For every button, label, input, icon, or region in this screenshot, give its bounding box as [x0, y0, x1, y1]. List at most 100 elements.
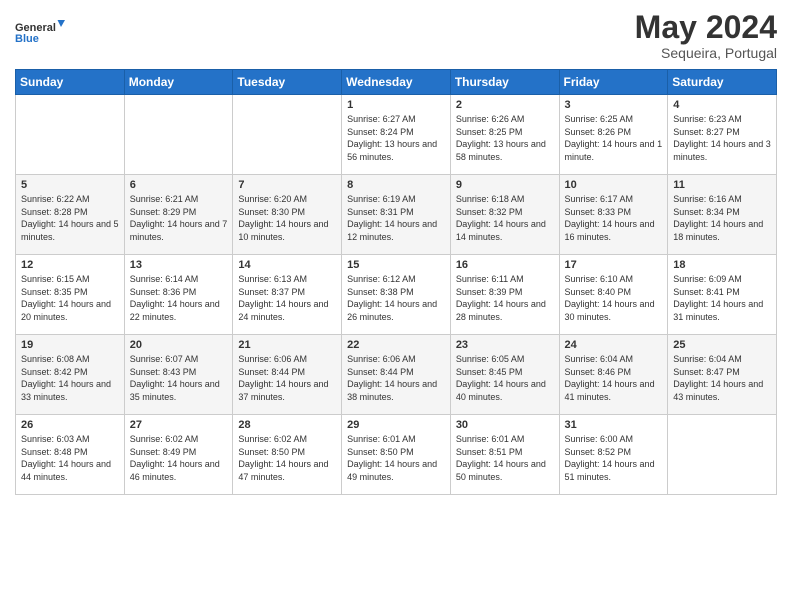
cell-0-2: [233, 95, 342, 175]
day-number: 6: [130, 179, 228, 191]
calendar-table: SundayMondayTuesdayWednesdayThursdayFrid…: [15, 69, 777, 495]
day-number: 2: [456, 99, 554, 111]
header-sunday: Sunday: [16, 70, 125, 95]
cell-4-6: [668, 415, 777, 495]
day-info: Sunrise: 6:09 AMSunset: 8:41 PMDaylight:…: [673, 273, 771, 323]
day-number: 30: [456, 419, 554, 431]
day-number: 1: [347, 99, 445, 111]
day-info: Sunrise: 6:03 AMSunset: 8:48 PMDaylight:…: [21, 433, 119, 483]
header-thursday: Thursday: [450, 70, 559, 95]
cell-2-1: 13 Sunrise: 6:14 AMSunset: 8:36 PMDaylig…: [124, 255, 233, 335]
cell-0-6: 4 Sunrise: 6:23 AMSunset: 8:27 PMDayligh…: [668, 95, 777, 175]
day-info: Sunrise: 6:25 AMSunset: 8:26 PMDaylight:…: [565, 113, 663, 163]
week-row-2: 5 Sunrise: 6:22 AMSunset: 8:28 PMDayligh…: [16, 175, 777, 255]
day-info: Sunrise: 6:27 AMSunset: 8:24 PMDaylight:…: [347, 113, 445, 163]
day-info: Sunrise: 6:02 AMSunset: 8:50 PMDaylight:…: [238, 433, 336, 483]
cell-1-6: 11 Sunrise: 6:16 AMSunset: 8:34 PMDaylig…: [668, 175, 777, 255]
day-info: Sunrise: 6:02 AMSunset: 8:49 PMDaylight:…: [130, 433, 228, 483]
day-info: Sunrise: 6:04 AMSunset: 8:46 PMDaylight:…: [565, 353, 663, 403]
cell-4-2: 28 Sunrise: 6:02 AMSunset: 8:50 PMDaylig…: [233, 415, 342, 495]
day-number: 24: [565, 339, 663, 351]
day-number: 10: [565, 179, 663, 191]
cell-1-1: 6 Sunrise: 6:21 AMSunset: 8:29 PMDayligh…: [124, 175, 233, 255]
day-info: Sunrise: 6:19 AMSunset: 8:31 PMDaylight:…: [347, 193, 445, 243]
day-info: Sunrise: 6:01 AMSunset: 8:51 PMDaylight:…: [456, 433, 554, 483]
day-number: 14: [238, 259, 336, 271]
month-year: May 2024: [635, 10, 777, 45]
day-info: Sunrise: 6:21 AMSunset: 8:29 PMDaylight:…: [130, 193, 228, 243]
logo: General Blue: [15, 10, 65, 55]
day-info: Sunrise: 6:13 AMSunset: 8:37 PMDaylight:…: [238, 273, 336, 323]
day-number: 21: [238, 339, 336, 351]
day-number: 12: [21, 259, 119, 271]
cell-0-5: 3 Sunrise: 6:25 AMSunset: 8:26 PMDayligh…: [559, 95, 668, 175]
day-info: Sunrise: 6:11 AMSunset: 8:39 PMDaylight:…: [456, 273, 554, 323]
day-number: 27: [130, 419, 228, 431]
cell-3-0: 19 Sunrise: 6:08 AMSunset: 8:42 PMDaylig…: [16, 335, 125, 415]
day-number: 22: [347, 339, 445, 351]
cell-4-4: 30 Sunrise: 6:01 AMSunset: 8:51 PMDaylig…: [450, 415, 559, 495]
day-number: 23: [456, 339, 554, 351]
day-info: Sunrise: 6:04 AMSunset: 8:47 PMDaylight:…: [673, 353, 771, 403]
cell-4-3: 29 Sunrise: 6:01 AMSunset: 8:50 PMDaylig…: [342, 415, 451, 495]
cell-1-5: 10 Sunrise: 6:17 AMSunset: 8:33 PMDaylig…: [559, 175, 668, 255]
day-info: Sunrise: 6:00 AMSunset: 8:52 PMDaylight:…: [565, 433, 663, 483]
day-number: 7: [238, 179, 336, 191]
day-number: 11: [673, 179, 771, 191]
cell-0-3: 1 Sunrise: 6:27 AMSunset: 8:24 PMDayligh…: [342, 95, 451, 175]
cell-0-4: 2 Sunrise: 6:26 AMSunset: 8:25 PMDayligh…: [450, 95, 559, 175]
week-row-4: 19 Sunrise: 6:08 AMSunset: 8:42 PMDaylig…: [16, 335, 777, 415]
day-info: Sunrise: 6:01 AMSunset: 8:50 PMDaylight:…: [347, 433, 445, 483]
title-block: May 2024 Sequeira, Portugal: [635, 10, 777, 61]
week-row-3: 12 Sunrise: 6:15 AMSunset: 8:35 PMDaylig…: [16, 255, 777, 335]
cell-1-0: 5 Sunrise: 6:22 AMSunset: 8:28 PMDayligh…: [16, 175, 125, 255]
day-info: Sunrise: 6:17 AMSunset: 8:33 PMDaylight:…: [565, 193, 663, 243]
cell-3-6: 25 Sunrise: 6:04 AMSunset: 8:47 PMDaylig…: [668, 335, 777, 415]
day-info: Sunrise: 6:07 AMSunset: 8:43 PMDaylight:…: [130, 353, 228, 403]
day-info: Sunrise: 6:14 AMSunset: 8:36 PMDaylight:…: [130, 273, 228, 323]
week-row-5: 26 Sunrise: 6:03 AMSunset: 8:48 PMDaylig…: [16, 415, 777, 495]
day-info: Sunrise: 6:15 AMSunset: 8:35 PMDaylight:…: [21, 273, 119, 323]
header-tuesday: Tuesday: [233, 70, 342, 95]
day-number: 8: [347, 179, 445, 191]
day-info: Sunrise: 6:10 AMSunset: 8:40 PMDaylight:…: [565, 273, 663, 323]
day-info: Sunrise: 6:06 AMSunset: 8:44 PMDaylight:…: [347, 353, 445, 403]
cell-2-6: 18 Sunrise: 6:09 AMSunset: 8:41 PMDaylig…: [668, 255, 777, 335]
cell-1-4: 9 Sunrise: 6:18 AMSunset: 8:32 PMDayligh…: [450, 175, 559, 255]
cell-3-2: 21 Sunrise: 6:06 AMSunset: 8:44 PMDaylig…: [233, 335, 342, 415]
cell-4-5: 31 Sunrise: 6:00 AMSunset: 8:52 PMDaylig…: [559, 415, 668, 495]
header-wednesday: Wednesday: [342, 70, 451, 95]
cell-2-2: 14 Sunrise: 6:13 AMSunset: 8:37 PMDaylig…: [233, 255, 342, 335]
day-number: 20: [130, 339, 228, 351]
cell-3-3: 22 Sunrise: 6:06 AMSunset: 8:44 PMDaylig…: [342, 335, 451, 415]
cell-2-3: 15 Sunrise: 6:12 AMSunset: 8:38 PMDaylig…: [342, 255, 451, 335]
day-info: Sunrise: 6:26 AMSunset: 8:25 PMDaylight:…: [456, 113, 554, 163]
day-number: 5: [21, 179, 119, 191]
day-info: Sunrise: 6:22 AMSunset: 8:28 PMDaylight:…: [21, 193, 119, 243]
cell-3-1: 20 Sunrise: 6:07 AMSunset: 8:43 PMDaylig…: [124, 335, 233, 415]
day-info: Sunrise: 6:16 AMSunset: 8:34 PMDaylight:…: [673, 193, 771, 243]
day-info: Sunrise: 6:08 AMSunset: 8:42 PMDaylight:…: [21, 353, 119, 403]
cell-2-5: 17 Sunrise: 6:10 AMSunset: 8:40 PMDaylig…: [559, 255, 668, 335]
svg-text:Blue: Blue: [15, 33, 39, 45]
day-number: 25: [673, 339, 771, 351]
day-number: 3: [565, 99, 663, 111]
day-info: Sunrise: 6:20 AMSunset: 8:30 PMDaylight:…: [238, 193, 336, 243]
page-header: General Blue May 2024 Sequeira, Portugal: [15, 10, 777, 61]
cell-2-0: 12 Sunrise: 6:15 AMSunset: 8:35 PMDaylig…: [16, 255, 125, 335]
week-row-1: 1 Sunrise: 6:27 AMSunset: 8:24 PMDayligh…: [16, 95, 777, 175]
day-number: 28: [238, 419, 336, 431]
cell-1-3: 8 Sunrise: 6:19 AMSunset: 8:31 PMDayligh…: [342, 175, 451, 255]
day-number: 26: [21, 419, 119, 431]
day-info: Sunrise: 6:23 AMSunset: 8:27 PMDaylight:…: [673, 113, 771, 163]
header-saturday: Saturday: [668, 70, 777, 95]
day-number: 19: [21, 339, 119, 351]
day-info: Sunrise: 6:05 AMSunset: 8:45 PMDaylight:…: [456, 353, 554, 403]
day-number: 18: [673, 259, 771, 271]
cell-4-1: 27 Sunrise: 6:02 AMSunset: 8:49 PMDaylig…: [124, 415, 233, 495]
day-number: 17: [565, 259, 663, 271]
cell-3-5: 24 Sunrise: 6:04 AMSunset: 8:46 PMDaylig…: [559, 335, 668, 415]
header-monday: Monday: [124, 70, 233, 95]
day-info: Sunrise: 6:12 AMSunset: 8:38 PMDaylight:…: [347, 273, 445, 323]
cell-4-0: 26 Sunrise: 6:03 AMSunset: 8:48 PMDaylig…: [16, 415, 125, 495]
